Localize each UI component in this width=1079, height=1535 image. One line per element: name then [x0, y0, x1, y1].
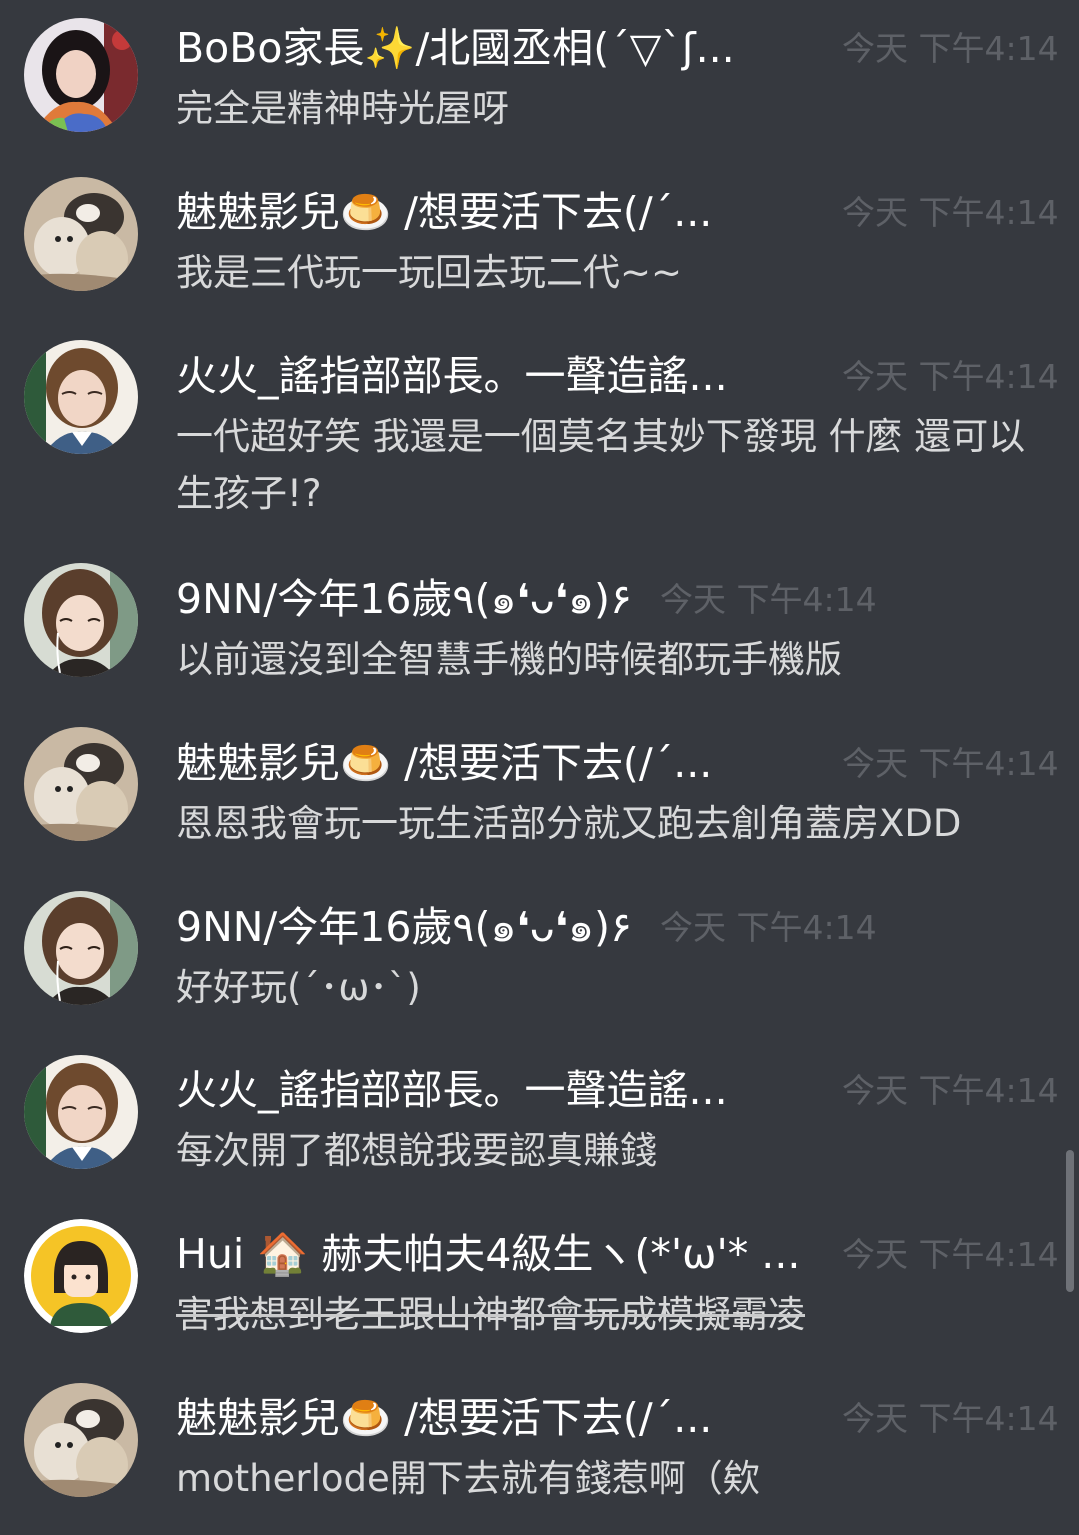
message-text: 恩恩我會玩一玩生活部分就又跑去創角蓋房XDD [176, 802, 962, 845]
timestamp: 今天 下午4:14 [842, 1071, 1059, 1110]
author-name[interactable]: 魅魅影兒🍮 /想要活下去(/´... [176, 182, 712, 242]
author-name[interactable]: 9NN/今年16歲٩(๑❛ᴗ❛๑)۶ [176, 897, 632, 957]
timestamp: 今天 下午4:14 [842, 744, 1059, 783]
avatar[interactable] [24, 177, 138, 291]
message-text: 一代超好笑 我還是一個莫名其妙下發現 什麼 還可以生孩子!? [176, 415, 1026, 515]
author-name[interactable]: 火火_謠指部部長。一聲造謠... [176, 1060, 728, 1120]
timestamp: 今天 下午4:14 [842, 357, 1059, 396]
author-name[interactable]: BoBo家長✨/北國丞相(´▽`ʃ... [176, 18, 735, 78]
timestamp: 今天 下午4:14 [842, 29, 1059, 68]
timestamp: 今天 下午4:14 [660, 908, 877, 947]
scrollbar-thumb[interactable] [1066, 1150, 1074, 1292]
timestamp: 今天 下午4:14 [842, 1399, 1059, 1438]
message-text: 完全是精神時光屋呀 [176, 87, 509, 130]
message-header: BoBo家長✨/北國丞相(´▽`ʃ... [176, 18, 816, 78]
author-name[interactable]: 魅魅影兒🍮 /想要活下去(/´... [176, 1388, 712, 1448]
message-header: 9NN/今年16歲٩(๑❛ᴗ❛๑)۶ [176, 569, 656, 629]
chat-message-list[interactable]: BoBo家長✨/北國丞相(´▽`ʃ... 今天 下午4:14 完全是精神時光屋呀… [0, 0, 1079, 1535]
message-text: motherlode開下去就有錢惹啊（欸 [176, 1457, 760, 1500]
message-header: 魅魅影兒🍮 /想要活下去(/´... [176, 733, 816, 793]
author-name[interactable]: 9NN/今年16歲٩(๑❛ᴗ❛๑)۶ [176, 569, 632, 629]
avatar[interactable] [24, 563, 138, 677]
message-text: 害我想到老王跟山神都會玩成模擬霸凌 [176, 1293, 805, 1336]
message-header: 魅魅影兒🍮 /想要活下去(/´... [176, 1388, 816, 1448]
timestamp: 今天 下午4:14 [842, 193, 1059, 232]
message-header: Hui 🏠 赫夫帕夫4級生ヽ(*'ω'* ... [176, 1224, 826, 1284]
avatar[interactable] [24, 727, 138, 841]
avatar[interactable] [24, 1383, 138, 1497]
avatar[interactable] [24, 18, 138, 132]
message-header: 魅魅影兒🍮 /想要活下去(/´... [176, 182, 816, 242]
message-header: 火火_謠指部部長。一聲造謠... [176, 1060, 816, 1120]
message-header: 火火_謠指部部長。一聲造謠... [176, 346, 816, 406]
message-text: 我是三代玩一玩回去玩二代~~ [176, 251, 683, 294]
message-text: 以前還沒到全智慧手機的時候都玩手機版 [176, 638, 842, 681]
avatar[interactable] [24, 340, 138, 454]
author-name[interactable]: 火火_謠指部部長。一聲造謠... [176, 346, 728, 406]
avatar[interactable] [24, 1055, 138, 1169]
author-name[interactable]: Hui 🏠 赫夫帕夫4級生ヽ(*'ω'* ... [176, 1224, 800, 1284]
message-header: 9NN/今年16歲٩(๑❛ᴗ❛๑)۶ [176, 897, 656, 957]
timestamp: 今天 下午4:14 [660, 580, 877, 619]
message-text: 好好玩(´･ω･`) [176, 966, 421, 1009]
author-name[interactable]: 魅魅影兒🍮 /想要活下去(/´... [176, 733, 712, 793]
timestamp: 今天 下午4:14 [842, 1235, 1059, 1274]
message-text: 每次開了都想說我要認真賺錢 [176, 1129, 657, 1172]
avatar[interactable] [24, 891, 138, 1005]
avatar[interactable] [24, 1219, 138, 1333]
